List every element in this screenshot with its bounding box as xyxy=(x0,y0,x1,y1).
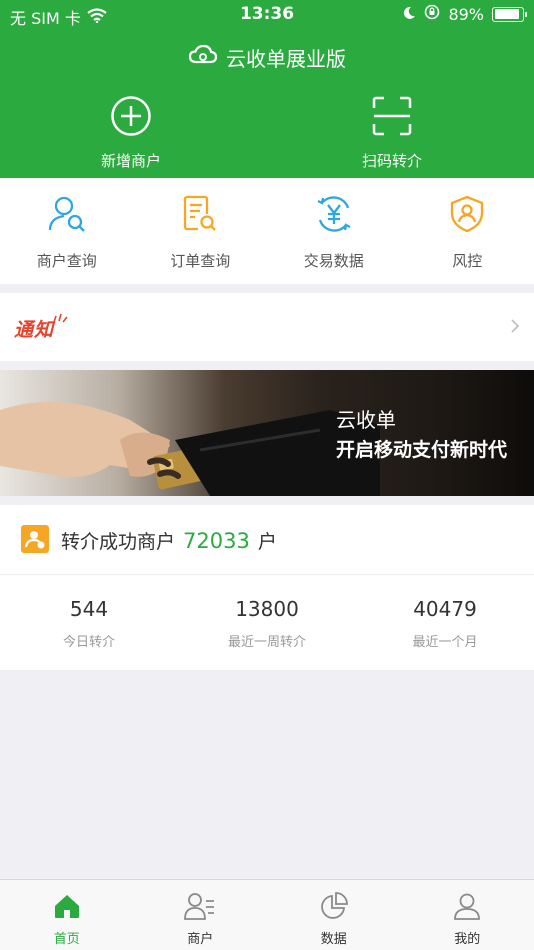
scan-referral-button[interactable]: 扫码转介 xyxy=(292,94,492,171)
stat-value: 544 xyxy=(69,597,109,621)
stats-label: 转介成功商户 xyxy=(61,531,176,553)
menu-label: 订单查询 xyxy=(170,252,231,270)
stat-caption: 今日转介 xyxy=(62,635,115,650)
chevron-right-icon xyxy=(510,318,520,338)
tab-label: 首页 xyxy=(53,932,80,947)
stat-week[interactable]: 13800 最近一周转介 xyxy=(178,575,356,670)
stat-value: 40479 xyxy=(413,597,477,621)
tab-label: 数据 xyxy=(320,932,347,947)
tab-merchant[interactable]: 商户 xyxy=(134,880,268,950)
notice-badge: 通知 xyxy=(14,319,55,341)
cloud-logo-icon xyxy=(188,44,218,70)
menu-risk-control[interactable]: 风控 xyxy=(401,178,534,284)
add-merchant-label: 新增商户 xyxy=(100,152,161,170)
order-search-icon xyxy=(180,195,220,238)
home-icon xyxy=(53,895,81,924)
notice-sparkle-icon xyxy=(52,309,68,328)
tab-home[interactable]: 首页 xyxy=(0,880,134,950)
battery-fill xyxy=(494,9,519,19)
promo-banner[interactable]: 云收单 开启移动支付新时代 xyxy=(0,370,534,496)
referral-stats-card: 转介成功商户 72033 户 544 今日转介 13800 最近一周转介 404… xyxy=(0,505,534,670)
menu-label: 风控 xyxy=(452,252,483,270)
tab-data[interactable]: 数据 xyxy=(267,880,401,950)
risk-shield-icon xyxy=(447,195,487,238)
orientation-lock-icon xyxy=(424,4,440,24)
tab-bar: 首页 商户 数据 我的 xyxy=(0,879,534,950)
tab-profile[interactable]: 我的 xyxy=(401,880,534,950)
merchant-badge-icon xyxy=(21,525,49,557)
stat-value: 13800 xyxy=(235,597,299,621)
menu-merchant-query[interactable]: 商户查询 xyxy=(0,178,134,284)
scan-icon xyxy=(370,96,414,142)
data-pie-icon xyxy=(320,892,348,924)
menu-label: 商户查询 xyxy=(36,252,97,270)
banner-subtitle: 开启移动支付新时代 xyxy=(336,439,508,461)
stat-month[interactable]: 40479 最近一个月 xyxy=(356,575,534,670)
stat-caption: 最近一个月 xyxy=(412,635,478,650)
merchant-search-icon xyxy=(47,196,87,238)
status-bar: 无 SIM 卡 13:36 89% xyxy=(0,0,534,30)
merchant-icon xyxy=(184,893,216,924)
add-merchant-button[interactable]: 新增商户 xyxy=(31,94,231,171)
menu-order-query[interactable]: 订单查询 xyxy=(134,178,268,284)
add-circle-icon xyxy=(109,96,153,142)
profile-icon xyxy=(453,893,481,924)
tab-label: 商户 xyxy=(187,932,214,947)
stats-count: 72033 xyxy=(183,529,250,553)
menu-label: 交易数据 xyxy=(303,252,364,270)
transaction-icon xyxy=(314,196,354,238)
payment-terminal-image xyxy=(0,370,380,496)
quick-menu: 商户查询 订单查询 交易数据 风控 xyxy=(0,178,534,284)
notice-bar[interactable]: 通知 xyxy=(0,293,534,361)
battery-icon xyxy=(492,6,527,22)
banner-title: 云收单 xyxy=(336,408,396,432)
scan-referral-label: 扫码转介 xyxy=(361,152,422,170)
app-header: 无 SIM 卡 13:36 89% 云收单展业版 新增商户 扫码转介 xyxy=(0,0,534,178)
stats-unit: 户 xyxy=(257,531,277,553)
stat-caption: 最近一周转介 xyxy=(227,635,306,650)
tab-label: 我的 xyxy=(454,932,481,947)
stat-today[interactable]: 544 今日转介 xyxy=(0,575,178,670)
app-title: 云收单展业版 xyxy=(226,46,346,71)
moon-icon xyxy=(402,5,416,24)
battery-percent: 89% xyxy=(448,4,484,24)
menu-transaction-data[interactable]: 交易数据 xyxy=(267,178,401,284)
